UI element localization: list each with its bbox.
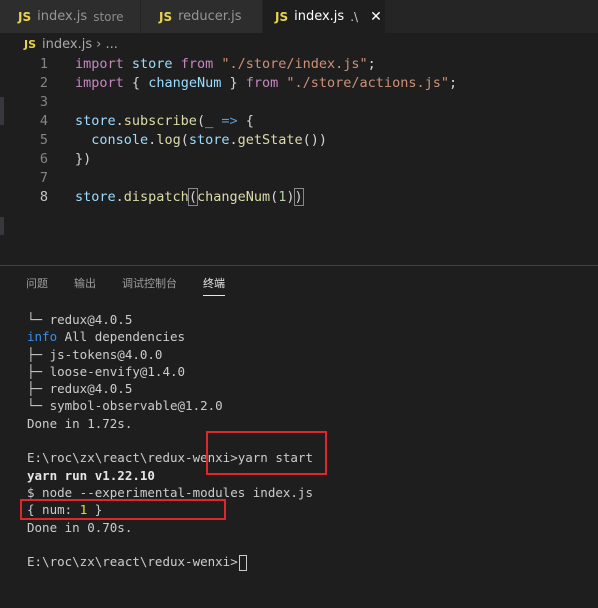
js-file-icon: JS: [18, 9, 32, 24]
punctuation: {: [245, 113, 254, 129]
line-number: 4: [39, 113, 48, 129]
punctuation: (: [180, 132, 189, 148]
line-number: 3: [39, 94, 48, 110]
code-line: 7: [0, 169, 598, 188]
keyword: import: [75, 75, 124, 91]
tab-reducer[interactable]: JS reducer.js: [141, 0, 262, 33]
js-file-icon: JS: [275, 9, 289, 24]
tab-index-root[interactable]: JS index.js .\ ✕: [263, 0, 385, 33]
line-number: 5: [39, 132, 48, 148]
identifier: console: [91, 132, 149, 148]
terminal-prompt: E:\roc\zx\react\redux-wenxi>: [27, 554, 238, 570]
string-literal: "./store/index.js": [221, 56, 368, 72]
punctuation: }): [75, 151, 92, 167]
terminal-line: info All dependencies: [27, 328, 313, 345]
punctuation: {: [131, 75, 149, 91]
terminal-cursor: [238, 554, 247, 571]
code-line: 4 store.subscribe(_ => {: [0, 112, 598, 131]
code-line-current: 8 store.dispatch(changeNum(1)): [0, 188, 598, 207]
punctuation: ;: [448, 75, 458, 91]
editor-tab-bar: JS index.js store JS reducer.js JS index…: [0, 0, 598, 33]
info-text: All dependencies: [57, 329, 186, 345]
function-name: getState: [237, 132, 303, 148]
tab-terminal[interactable]: 终端: [203, 266, 225, 302]
punctuation: .: [115, 189, 124, 205]
function-name: dispatch: [123, 189, 189, 205]
highlight-box-output: [20, 499, 226, 520]
terminal-line: ├─ redux@4.0.5: [27, 381, 133, 397]
code-editor[interactable]: 1 import store from "./store/index.js"; …: [0, 55, 598, 265]
arrow-operator: =>: [221, 113, 238, 129]
terminal-line: Done in 1.72s.: [27, 415, 133, 431]
code-line: 6 }): [0, 150, 598, 169]
terminal-line: └─ redux@4.0.5: [27, 312, 133, 327]
identifier: _: [205, 113, 214, 129]
line-number: 8: [39, 189, 48, 205]
breadcrumb-rest[interactable]: › ...: [96, 37, 118, 52]
identifier: store: [75, 113, 116, 129]
identifier: store: [188, 132, 230, 148]
punctuation: ;: [367, 56, 376, 72]
line-number: 6: [39, 151, 48, 167]
tab-problems[interactable]: 问题: [26, 266, 48, 302]
punctuation: .: [115, 113, 124, 129]
keyword: import: [75, 56, 124, 72]
punctuation: }: [221, 75, 238, 91]
tab-label: index.js: [294, 9, 345, 24]
string-literal: "./store/actions.js": [286, 75, 449, 91]
panel-tabs: 问题 输出 调试控制台 终端: [0, 266, 225, 302]
function-name: changeNum: [196, 189, 271, 205]
breadcrumb-file[interactable]: index.js: [42, 37, 92, 52]
bracket-match: ): [293, 188, 304, 206]
highlight-box-command: [206, 431, 327, 475]
tab-description: store: [93, 9, 124, 24]
tab-debug-console[interactable]: 调试控制台: [122, 266, 177, 302]
tab-label: index.js: [37, 9, 88, 24]
terminal-line: ├─ loose-envify@1.4.0: [27, 363, 186, 379]
keyword: from: [245, 75, 279, 91]
terminal-prompt-line[interactable]: E:\roc\zx\react\redux-wenxi>: [27, 553, 313, 571]
line-number: 2: [39, 75, 48, 91]
identifier: store: [75, 189, 116, 205]
breadcrumb: JS index.js › ...: [0, 33, 598, 55]
punctuation: (: [196, 113, 206, 129]
js-file-icon: JS: [24, 37, 37, 51]
keyword: from: [180, 56, 214, 72]
terminal-line: ├─ js-tokens@4.0.0: [27, 346, 163, 362]
close-icon[interactable]: ✕: [370, 9, 382, 25]
gutter-marker: [0, 217, 4, 235]
punctuation: .: [229, 132, 238, 148]
tab-index-store[interactable]: JS index.js store: [0, 0, 140, 33]
identifier: changeNum: [148, 75, 222, 91]
tab-label: reducer.js: [178, 9, 242, 24]
bracket-match: (: [187, 188, 198, 206]
tab-output[interactable]: 输出: [74, 266, 96, 302]
code-line: 3: [0, 93, 598, 112]
info-label: info: [27, 329, 58, 345]
code-line: 5 console.log(store.getState()): [0, 131, 598, 150]
function-name: subscribe: [123, 113, 197, 129]
code-line: 2 import { changeNum } from "./store/act…: [0, 74, 598, 93]
line-number: 7: [39, 170, 48, 186]
js-file-icon: JS: [159, 9, 173, 24]
code-line: 1 import store from "./store/index.js";: [0, 55, 598, 74]
punctuation: ): [286, 189, 295, 205]
punctuation: ()): [302, 132, 328, 148]
line-number: 1: [39, 56, 48, 72]
terminal-line: Done in 0.70s.: [27, 519, 133, 535]
identifier: store: [131, 56, 173, 72]
tab-description: .\: [350, 9, 359, 24]
terminal-line: └─ symbol-observable@1.2.0: [27, 398, 223, 414]
function-name: log: [156, 132, 181, 148]
